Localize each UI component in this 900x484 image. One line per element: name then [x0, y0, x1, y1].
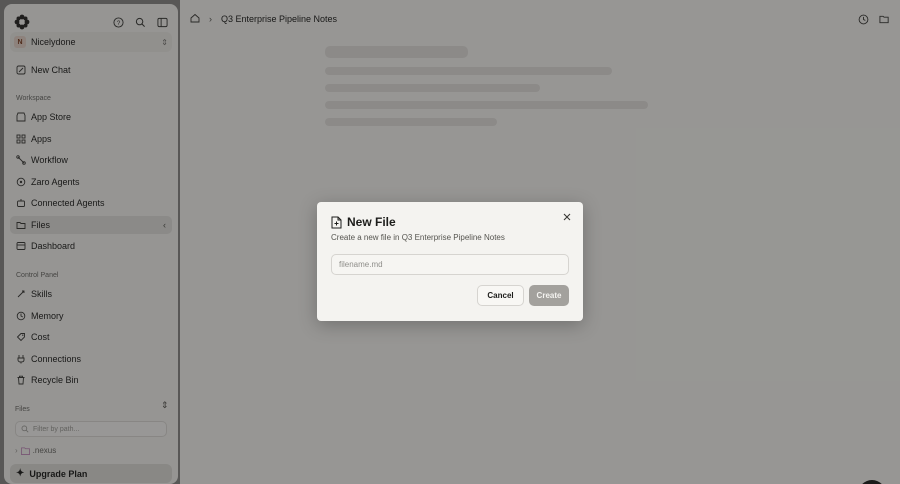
dialog-title: New File	[347, 215, 396, 229]
new-file-icon	[331, 216, 342, 228]
create-button[interactable]: Create	[529, 285, 569, 306]
dialog-description: Create a new file in Q3 Enterprise Pipel…	[331, 233, 505, 242]
cancel-button[interactable]: Cancel	[477, 285, 524, 306]
new-file-dialog: New File Create a new file in Q3 Enterpr…	[317, 202, 583, 321]
filename-input[interactable]	[331, 254, 569, 275]
close-icon[interactable]	[561, 211, 573, 223]
dialog-header: New File	[331, 215, 396, 229]
